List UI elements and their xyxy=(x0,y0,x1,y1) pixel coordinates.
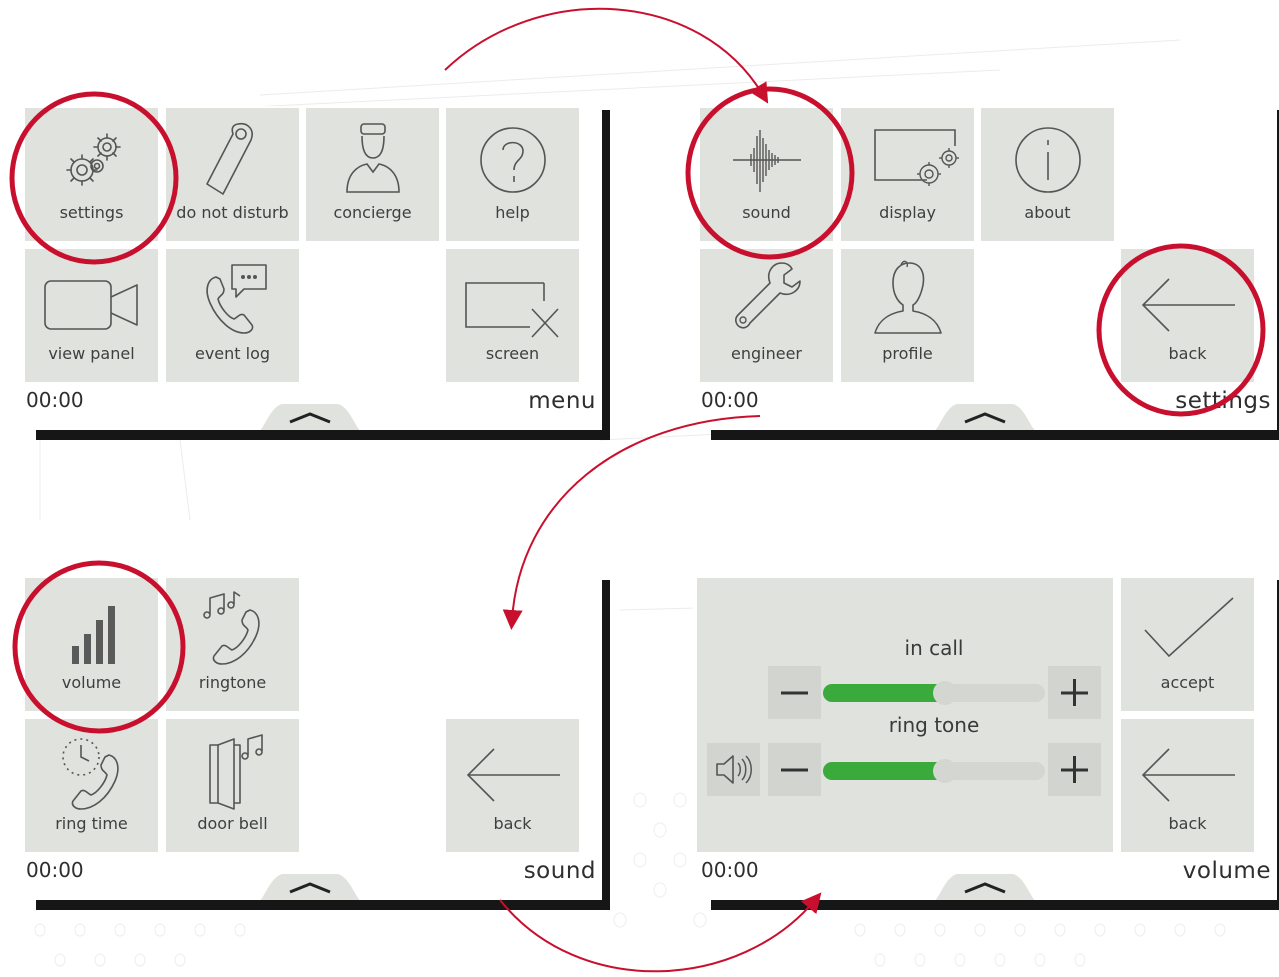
tile-display[interactable]: display xyxy=(841,108,974,241)
tile-view-panel[interactable]: view panel xyxy=(25,249,158,382)
phone-chat-icon xyxy=(205,264,267,334)
speaker-button[interactable] xyxy=(707,743,760,796)
tile-label: ringtone xyxy=(198,673,267,692)
tile-about[interactable]: about xyxy=(981,108,1114,241)
sound-wave-icon xyxy=(732,130,801,192)
tile-label: display xyxy=(879,203,936,222)
in-call-slider-fill xyxy=(823,684,946,702)
tile-screen[interactable]: screen xyxy=(446,249,579,382)
tile-label: back xyxy=(1168,344,1207,363)
tile-ring-time[interactable]: ring time xyxy=(25,719,158,852)
flow-arrow-menu-to-settings xyxy=(444,7,769,104)
pull-up-tab[interactable] xyxy=(929,870,1041,900)
clock: 00:00 xyxy=(701,388,759,412)
tile-label: ring time xyxy=(55,814,128,833)
in-call-decrease-button[interactable] xyxy=(768,666,821,719)
volume-screen: in call ring tone accept back 00:00 volu… xyxy=(693,576,1277,900)
ring-tone-slider-fill xyxy=(823,762,946,780)
info-icon xyxy=(1014,127,1081,193)
pull-up-tab[interactable] xyxy=(929,400,1041,430)
arrow-left-icon xyxy=(1141,748,1235,802)
door-music-icon xyxy=(208,734,263,810)
tile-label: accept xyxy=(1160,673,1215,692)
tile-label: engineer xyxy=(731,344,802,363)
tile-label: door bell xyxy=(197,814,268,833)
tile-label: settings xyxy=(59,203,124,222)
in-call-slider-knob[interactable] xyxy=(933,681,958,705)
tile-sound[interactable]: sound xyxy=(700,108,833,241)
settings-screen: sound display about engineer profile bac… xyxy=(693,106,1277,430)
tile-back[interactable]: back xyxy=(1121,249,1254,382)
tile-label: profile xyxy=(882,344,933,363)
clock: 00:00 xyxy=(26,858,84,882)
tile-label: concierge xyxy=(333,203,412,222)
flow-arrow-sound-to-volume xyxy=(499,892,822,973)
checkmark-icon xyxy=(1143,597,1234,658)
tile-back[interactable]: back xyxy=(446,719,579,852)
ring-tone-slider-knob[interactable] xyxy=(933,759,958,783)
ring-tone-decrease-button[interactable] xyxy=(768,743,821,796)
tile-ringtone[interactable]: ringtone xyxy=(166,578,299,711)
tile-label: view panel xyxy=(48,344,135,363)
phone-music-icon xyxy=(202,591,260,665)
wrench-icon xyxy=(734,262,801,329)
minus-icon xyxy=(781,691,808,695)
tile-label: sound xyxy=(742,203,791,222)
tile-event-log[interactable]: event log xyxy=(166,249,299,382)
sound-screen: volume ringtone ring time door bell back… xyxy=(18,576,602,900)
arrow-left-icon xyxy=(466,748,560,802)
pull-up-tab[interactable] xyxy=(254,400,366,430)
pull-up-tab[interactable] xyxy=(254,870,366,900)
arrow-left-icon xyxy=(1141,278,1235,332)
screen-title: sound xyxy=(523,858,596,884)
tile-label: event log xyxy=(194,344,271,363)
tile-volume[interactable]: volume xyxy=(25,578,158,711)
tile-door-bell[interactable]: door bell xyxy=(166,719,299,852)
clock: 00:00 xyxy=(26,388,84,412)
ring-tone-slider[interactable] xyxy=(823,759,1045,783)
tile-label: help xyxy=(495,203,530,222)
ring-tone-label: ring tone xyxy=(888,713,980,737)
clock: 00:00 xyxy=(701,858,759,882)
tile-settings[interactable]: settings xyxy=(25,108,158,241)
in-call-slider[interactable] xyxy=(823,681,1045,705)
screen-title: menu xyxy=(528,388,596,414)
question-mark-icon xyxy=(479,127,546,193)
in-call-increase-button[interactable] xyxy=(1048,666,1101,719)
tile-do-not-disturb[interactable]: do not disturb xyxy=(166,108,299,241)
tile-label: volume xyxy=(61,673,122,692)
video-camera-icon xyxy=(43,280,138,330)
screen-off-icon xyxy=(464,282,559,338)
volume-bars-icon xyxy=(71,606,115,664)
tile-help[interactable]: help xyxy=(446,108,579,241)
phone-clock-icon xyxy=(61,738,119,810)
tile-concierge[interactable]: concierge xyxy=(306,108,439,241)
speaker-icon xyxy=(716,755,752,784)
in-call-label: in call xyxy=(904,636,964,660)
tile-back[interactable]: back xyxy=(1121,719,1254,852)
display-settings-icon xyxy=(873,129,959,186)
screen-title: volume xyxy=(1182,858,1271,884)
tile-label: about xyxy=(1024,203,1071,222)
volume-panel: in call ring tone xyxy=(697,578,1113,852)
plus-icon xyxy=(1061,679,1088,706)
tile-engineer[interactable]: engineer xyxy=(700,249,833,382)
profile-silhouette-icon xyxy=(873,260,942,334)
plus-icon xyxy=(1061,756,1088,783)
tile-profile[interactable]: profile xyxy=(841,249,974,382)
tile-label: back xyxy=(493,814,532,833)
ring-tone-increase-button[interactable] xyxy=(1048,743,1101,796)
concierge-person-icon xyxy=(345,123,400,193)
tile-accept[interactable]: accept xyxy=(1121,578,1254,711)
tile-label: screen xyxy=(485,344,540,363)
door-hanger-icon xyxy=(205,122,253,195)
tile-label: do not disturb xyxy=(176,203,289,222)
tile-label: back xyxy=(1168,814,1207,833)
gears-icon xyxy=(65,133,121,186)
menu-screen: settings do not disturb concierge help v… xyxy=(18,106,602,430)
minus-icon xyxy=(781,768,808,772)
screen-title: settings xyxy=(1175,388,1271,414)
